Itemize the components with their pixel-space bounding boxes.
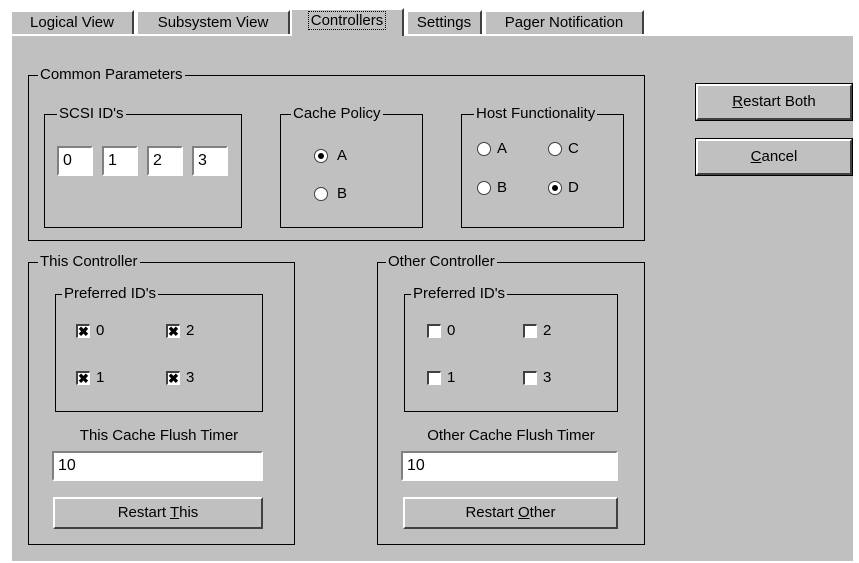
other-id-label-1: 1	[447, 369, 456, 386]
this-id-checkbox-1[interactable]: ✖	[76, 371, 90, 385]
scsi-id-field-0[interactable]: 0	[57, 146, 93, 176]
host-func-radio-d[interactable]	[548, 181, 562, 195]
cache-policy-radio-b[interactable]	[314, 187, 328, 201]
tab-label: Pager Notification	[504, 14, 624, 31]
tab-pager-notification[interactable]: Pager Notification	[484, 10, 644, 34]
tab-label: Subsystem View	[157, 14, 269, 31]
other-preferred-ids-group	[404, 294, 618, 412]
this-id-label-2: 2	[186, 322, 195, 339]
restart-other-label: Restart	[465, 504, 518, 521]
tab-label: Settings	[416, 14, 472, 31]
scsi-ids-title: SCSI ID's	[57, 105, 126, 122]
this-preferred-ids-group	[55, 294, 263, 412]
this-cache-flush-timer-field[interactable]: 10	[52, 451, 263, 481]
host-functionality-group	[461, 114, 624, 228]
host-functionality-title: Host Functionality	[474, 105, 598, 122]
cache-policy-label-b: B	[337, 185, 348, 202]
host-func-label-a: A	[497, 140, 508, 157]
checkmark-icon: ✖	[78, 324, 89, 339]
tab-subsystem-view[interactable]: Subsystem View	[136, 10, 290, 34]
other-id-label-3: 3	[543, 369, 552, 386]
host-func-radio-c[interactable]	[548, 142, 562, 156]
restart-this-accel: T	[169, 504, 180, 521]
cancel-accel: C	[750, 148, 762, 165]
scsi-id-field-1[interactable]: 1	[102, 146, 138, 176]
scsi-id-field-2[interactable]: 2	[147, 146, 183, 176]
common-parameters-title: Common Parameters	[38, 66, 185, 83]
other-id-label-2: 2	[543, 322, 552, 339]
checkmark-icon: ✖	[168, 324, 179, 339]
restart-other-accel: O	[517, 504, 530, 521]
cancel-button[interactable]: Cancel	[695, 138, 853, 176]
other-cache-flush-timer-label: Other Cache Flush Timer	[427, 427, 595, 444]
cache-policy-radio-a[interactable]	[314, 149, 328, 163]
cache-policy-label-a: A	[337, 147, 348, 164]
other-cache-flush-timer-field[interactable]: 10	[401, 451, 618, 481]
cache-policy-title: Cache Policy	[291, 105, 383, 122]
restart-this-label: Restart	[117, 504, 170, 521]
tab-controllers[interactable]: Controllers	[290, 8, 404, 36]
other-id-checkbox-0[interactable]	[427, 324, 441, 338]
other-id-checkbox-1[interactable]	[427, 371, 441, 385]
cache-policy-group	[280, 114, 423, 228]
tab-logical-view[interactable]: Logical View	[10, 10, 134, 34]
host-func-label-c: C	[568, 140, 579, 157]
cancel-label: ancel	[761, 148, 798, 165]
restart-this-button[interactable]: Restart This	[53, 497, 263, 529]
checkmark-icon: ✖	[78, 371, 89, 386]
restart-both-accel: R	[732, 93, 744, 110]
other-preferred-ids-title: Preferred ID's	[411, 285, 508, 302]
restart-both-label: estart Both	[743, 93, 816, 110]
host-func-radio-b[interactable]	[477, 181, 491, 195]
host-func-label-d: D	[568, 179, 579, 196]
scsi-id-field-3[interactable]: 3	[192, 146, 228, 176]
this-cache-flush-timer-label: This Cache Flush Timer	[79, 427, 239, 444]
this-id-label-0: 0	[96, 322, 105, 339]
restart-other-label-rest: ther	[529, 504, 556, 521]
this-id-checkbox-0[interactable]: ✖	[76, 324, 90, 338]
host-func-radio-a[interactable]	[477, 142, 491, 156]
tab-settings[interactable]: Settings	[406, 10, 482, 34]
restart-both-button[interactable]: Restart Both	[695, 83, 853, 121]
this-id-label-3: 3	[186, 369, 195, 386]
restart-this-label-rest: his	[179, 504, 199, 521]
tab-label: Logical View	[30, 14, 114, 31]
other-controller-title: Other Controller	[386, 253, 497, 270]
other-id-checkbox-3[interactable]	[523, 371, 537, 385]
this-id-checkbox-3[interactable]: ✖	[166, 371, 180, 385]
restart-other-button[interactable]: Restart Other	[403, 497, 618, 529]
other-id-label-0: 0	[447, 322, 456, 339]
this-preferred-ids-title: Preferred ID's	[62, 285, 159, 302]
other-id-checkbox-2[interactable]	[523, 324, 537, 338]
host-func-label-b: B	[497, 179, 508, 196]
this-id-checkbox-2[interactable]: ✖	[166, 324, 180, 338]
checkmark-icon: ✖	[168, 371, 179, 386]
tab-label: Controllers	[307, 11, 387, 30]
this-controller-title: This Controller	[38, 253, 140, 270]
this-id-label-1: 1	[96, 369, 105, 386]
